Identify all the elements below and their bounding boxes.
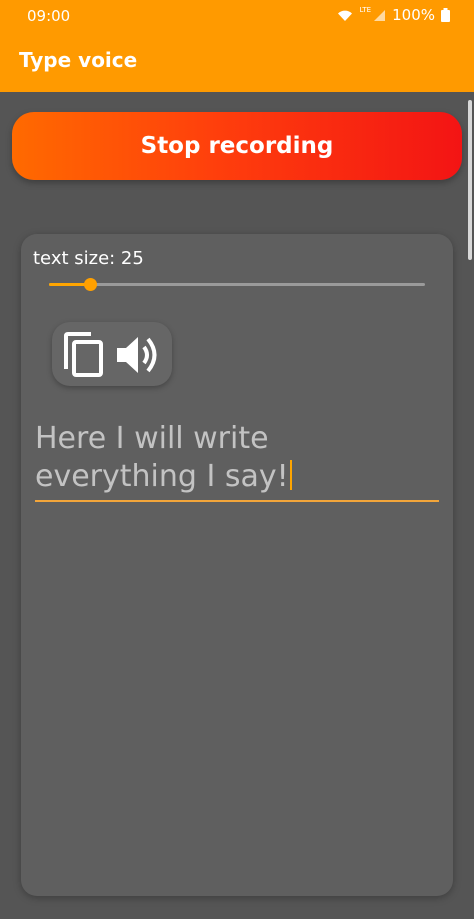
speaker-icon[interactable] xyxy=(115,334,167,376)
stop-recording-button[interactable]: Stop recording xyxy=(12,112,462,180)
text-cursor xyxy=(289,460,292,490)
text-size-slider[interactable] xyxy=(49,276,425,294)
status-indicators: LTE 100% xyxy=(337,6,450,24)
slider-track xyxy=(49,283,425,286)
battery-icon xyxy=(441,8,450,22)
transcription-card: text size: 25 Here I will write everythi… xyxy=(21,234,453,896)
tools-panel xyxy=(52,322,172,386)
scrollbar[interactable] xyxy=(468,100,472,260)
text-size-label: text size: 25 xyxy=(33,248,144,269)
network-type-label: LTE xyxy=(359,6,372,14)
app-title: Type voice xyxy=(19,48,138,72)
transcription-text-field[interactable]: Here I will write everything I say! xyxy=(35,420,439,496)
status-time: 09:00 xyxy=(27,7,71,25)
app-header: 09:00 LTE 100% Type voice xyxy=(0,0,474,92)
copy-icon[interactable] xyxy=(61,332,105,378)
wifi-icon xyxy=(338,10,353,21)
text-field-underline xyxy=(35,500,439,502)
slider-thumb[interactable] xyxy=(84,278,98,291)
transcription-text: Here I will write everything I say! xyxy=(35,421,289,494)
status-bar: 09:00 LTE 100% xyxy=(0,0,474,30)
signal-icon xyxy=(374,9,386,21)
battery-percent: 100% xyxy=(392,6,435,24)
